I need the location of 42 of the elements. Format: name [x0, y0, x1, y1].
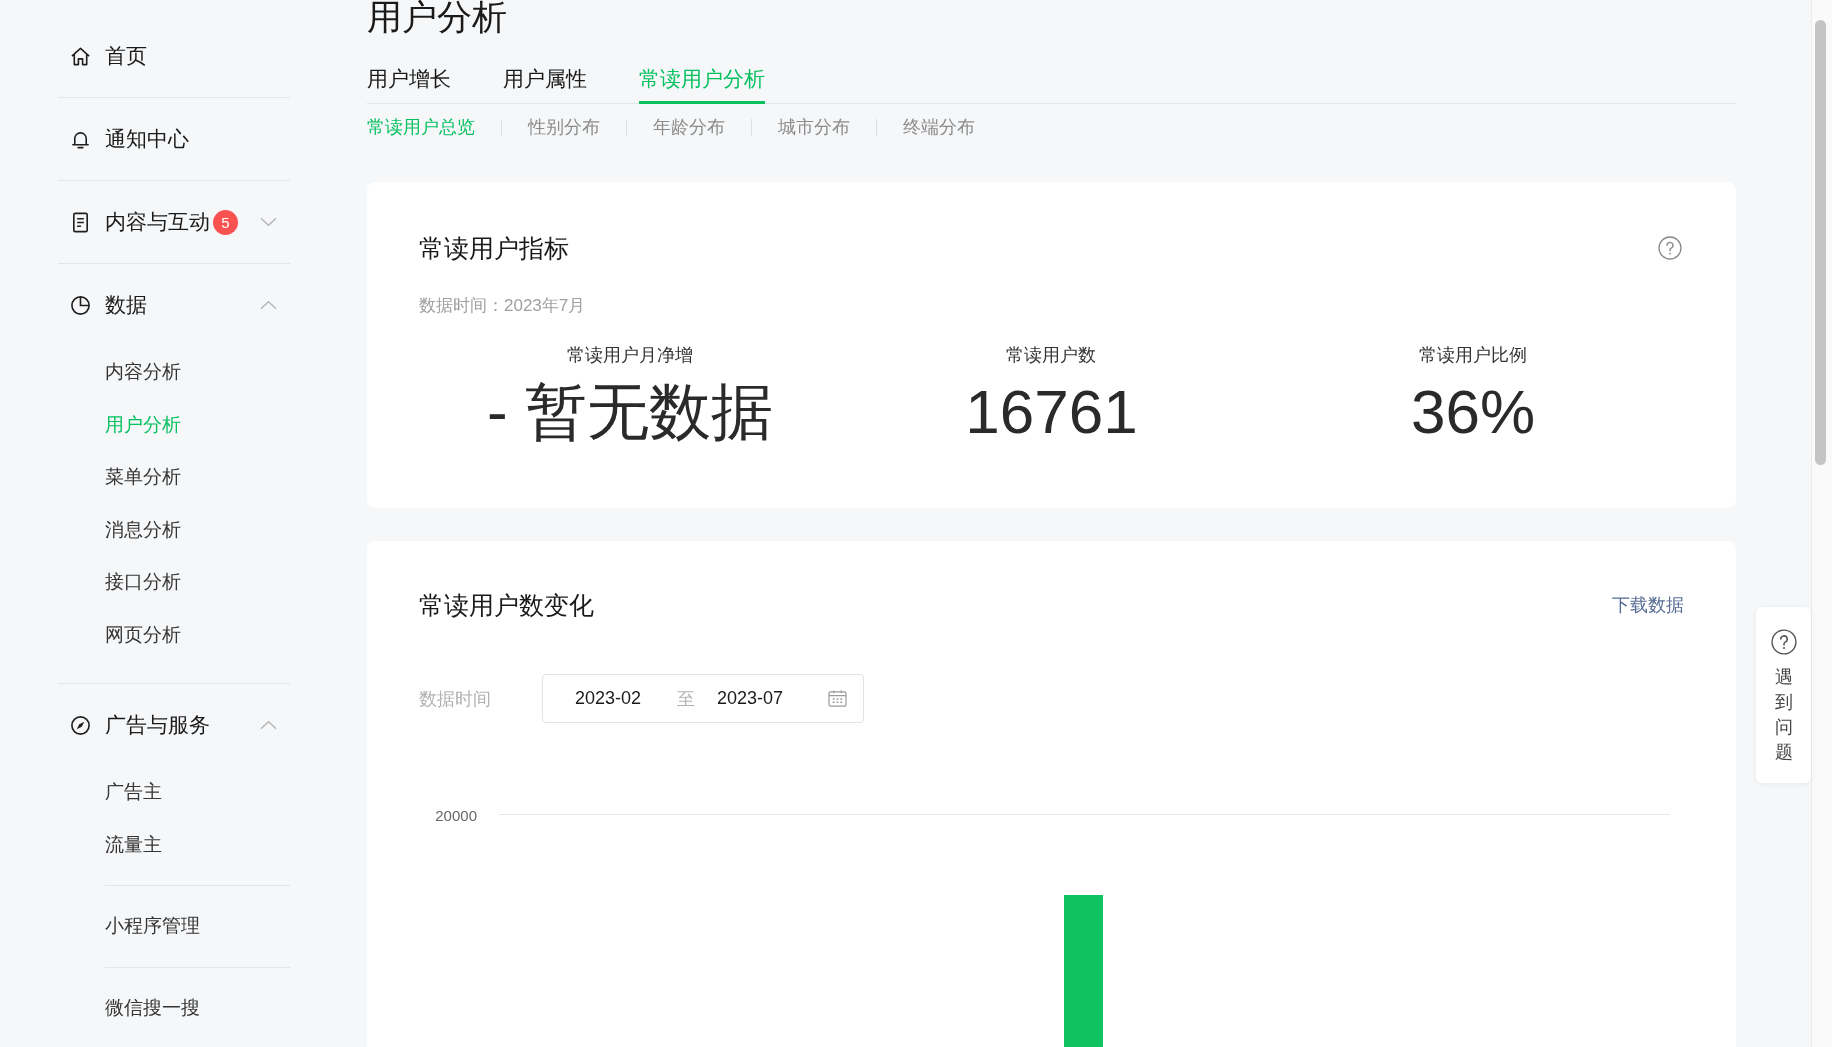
calendar-icon — [828, 690, 847, 707]
help-button[interactable]: 遇到问题 — [1756, 607, 1811, 783]
metric-value: 36% — [1411, 377, 1536, 447]
sidebar-item[interactable]: 内容与互动 5 — [58, 181, 290, 263]
count-badge: 5 — [213, 209, 238, 235]
date-range-field[interactable]: 2023-02 至 2023-07 — [542, 674, 864, 723]
metric-label: 常读用户数 — [1006, 344, 1097, 367]
sidebar-item[interactable]: 通知中心 — [58, 98, 290, 180]
help-icon[interactable] — [1658, 236, 1682, 260]
sidebar-item[interactable]: 数据 — [58, 264, 290, 346]
card-title: 常读用户指标 — [419, 233, 569, 264]
home-icon — [70, 45, 91, 67]
end-date-value: 2023-07 — [717, 688, 784, 709]
sidebar-subitem[interactable]: 微信搜一搜 — [105, 981, 290, 1034]
sidebar-subitem[interactable]: 内容分析 — [105, 346, 290, 399]
y-axis-tick-label: 20000 — [435, 807, 477, 824]
sidebar-subitem[interactable]: 接口分析 — [105, 556, 290, 609]
metric-label: 常读用户月净增 — [566, 344, 693, 367]
help-icon — [1770, 629, 1797, 655]
data-time-text: 数据时间：2023年7月 — [419, 295, 587, 317]
compass-icon — [70, 714, 91, 736]
card-title: 常读用户数变化 — [419, 590, 594, 621]
sidebar-subitem[interactable]: 菜单分析 — [105, 451, 290, 504]
metric-value: 16761 — [965, 377, 1138, 447]
sidebar-item[interactable]: 首页 — [58, 15, 290, 97]
sidebar-item[interactable]: 广告与服务 — [58, 684, 290, 766]
metric-label: 常读用户比例 — [1419, 344, 1528, 367]
sidebar-subitem[interactable]: 小程序管理 — [105, 900, 290, 953]
metric-value: - 暂无数据 — [486, 377, 773, 447]
sidebar-subitem[interactable]: 广告主 — [105, 766, 290, 819]
start-date-value: 2023-02 — [575, 688, 642, 709]
scrollbar-thumb[interactable] — [1815, 20, 1826, 465]
range-separator: 至 — [677, 687, 696, 711]
sidebar-subitem[interactable]: 流量主 — [105, 818, 290, 871]
sidebar-subitem[interactable]: 网页分析 — [105, 608, 290, 661]
document-icon — [70, 211, 91, 233]
tab[interactable]: 用户属性 — [503, 66, 587, 104]
sidebar-subitem[interactable]: 消息分析 — [105, 503, 290, 556]
download-data-link[interactable]: 下载数据 — [1612, 593, 1684, 617]
pie-chart-icon — [70, 294, 91, 316]
date-label: 数据时间 — [419, 687, 492, 711]
tab[interactable]: 用户增长 — [367, 66, 451, 104]
